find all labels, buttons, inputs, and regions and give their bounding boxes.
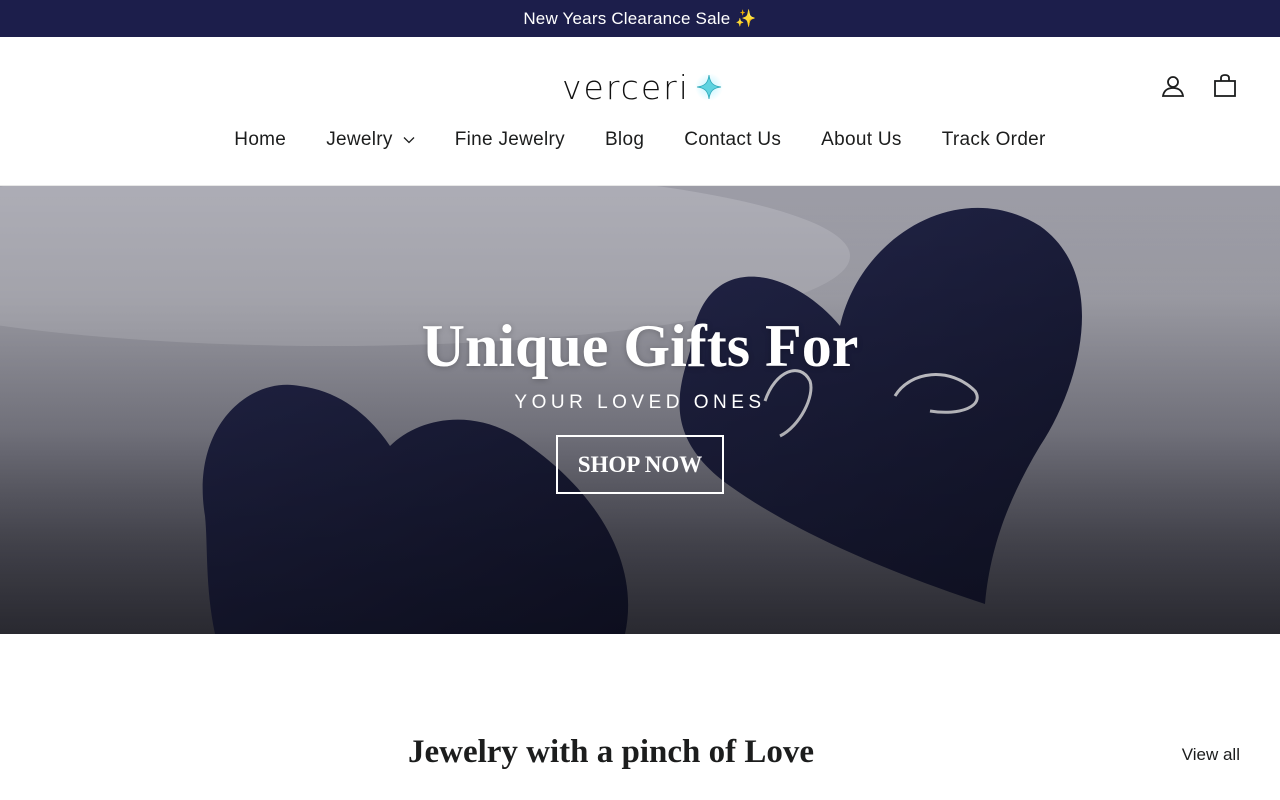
nav-item-contact-us[interactable]: Contact Us [664,129,801,151]
hero-content: Unique Gifts For YOUR LOVED ONES SHOP NO… [0,316,1280,494]
shop-now-button[interactable]: SHOP NOW [555,435,725,494]
site-header: verceri Home Jewelry Fine Jewelry Blog C… [0,37,1280,186]
sparkle-icon [694,73,723,101]
account-icon[interactable] [1160,73,1186,99]
nav-item-label: About Us [821,129,902,150]
nav-item-track-order[interactable]: Track Order [922,129,1066,151]
section-title: Jewelry with a pinch of Love [407,734,815,770]
nav-item-label: Fine Jewelry [454,129,565,150]
hero-banner: Unique Gifts For YOUR LOVED ONES SHOP NO… [0,186,1280,634]
announcement-bar: New Years Clearance Sale ✨ [0,0,1280,37]
chevron-down-icon [403,137,415,144]
nav-item-label: Home [234,129,287,150]
logo[interactable]: verceri [562,65,724,109]
logo-text: verceri [562,67,690,107]
nav-item-label: Contact Us [684,129,782,150]
nav-item-home[interactable]: Home [214,129,306,151]
nav-item-label: Blog [604,129,645,150]
nav-item-about-us[interactable]: About Us [801,129,922,151]
cart-icon[interactable] [1212,73,1238,99]
nav-item-label: Jewelry [326,129,393,150]
nav-item-jewelry[interactable]: Jewelry [306,129,435,151]
header-icons [1160,73,1238,99]
announcement-text: New Years Clearance Sale ✨ [523,8,757,28]
nav-item-fine-jewelry[interactable]: Fine Jewelry [435,129,585,151]
hero-title: Unique Gifts For [421,313,859,379]
featured-collection-header: Jewelry with a pinch of Love View all [0,634,1280,799]
hero-subtitle: YOUR LOVED ONES [514,392,766,413]
view-all-link[interactable]: View all [1182,745,1240,765]
nav-item-blog[interactable]: Blog [585,129,664,151]
nav-item-label: Track Order [941,129,1046,150]
main-nav: Home Jewelry Fine Jewelry Blog Contact U… [0,129,1280,151]
